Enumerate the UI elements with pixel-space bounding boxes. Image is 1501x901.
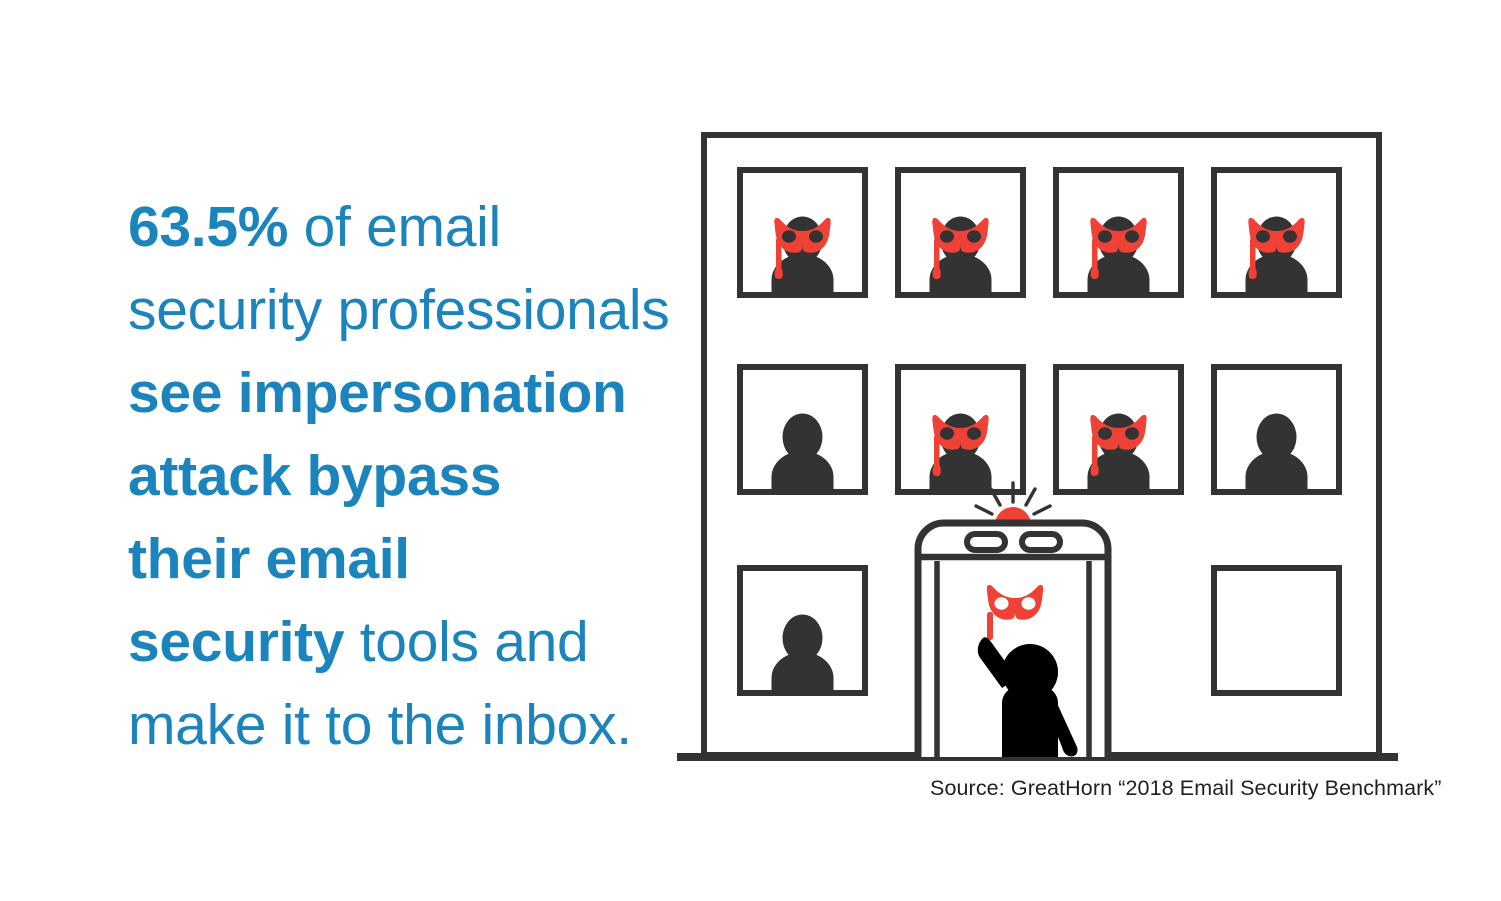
- headline-text: make it to the inbox.: [128, 693, 632, 757]
- headline-text: security professionals: [128, 278, 670, 342]
- headline-line-2: security professionals: [128, 269, 703, 352]
- headline-text: of email: [288, 195, 502, 259]
- window: [1053, 167, 1184, 298]
- headline-line-5: their email: [128, 518, 703, 601]
- infographic-canvas: 63.5% of email security professionals see …: [0, 0, 1501, 901]
- scanner-slot-icon: [1019, 531, 1063, 553]
- page-title: 63.5% of email security professionals see …: [128, 186, 703, 767]
- headline-line-6: security tools and: [128, 601, 703, 684]
- window: [737, 364, 868, 495]
- window: [895, 364, 1026, 495]
- headline-line-7: make it to the inbox.: [128, 684, 703, 767]
- headline-emphasis: attack bypass: [128, 444, 502, 508]
- headline-emphasis: 63.5%: [128, 195, 289, 259]
- scanner-slot-icon: [964, 531, 1008, 553]
- window: [1211, 364, 1342, 495]
- headline-emphasis: security: [128, 610, 345, 674]
- window: [1211, 167, 1342, 298]
- headline-line-4: attack bypass: [128, 435, 703, 518]
- window-empty: [1211, 565, 1342, 696]
- headline-line-3: see impersonation: [128, 352, 703, 435]
- headline-emphasis: their email: [128, 527, 410, 591]
- illustration-office-building: [665, 125, 1398, 775]
- window: [737, 167, 868, 298]
- window: [895, 167, 1026, 298]
- headline-text: tools and: [344, 610, 589, 674]
- headline-line-1: 63.5% of email: [128, 186, 703, 269]
- source-attribution: Source: GreatHorn “2018 Email Security B…: [930, 776, 1442, 800]
- window: [737, 565, 868, 696]
- window: [1053, 364, 1184, 495]
- headline-emphasis: see impersonation: [128, 361, 627, 425]
